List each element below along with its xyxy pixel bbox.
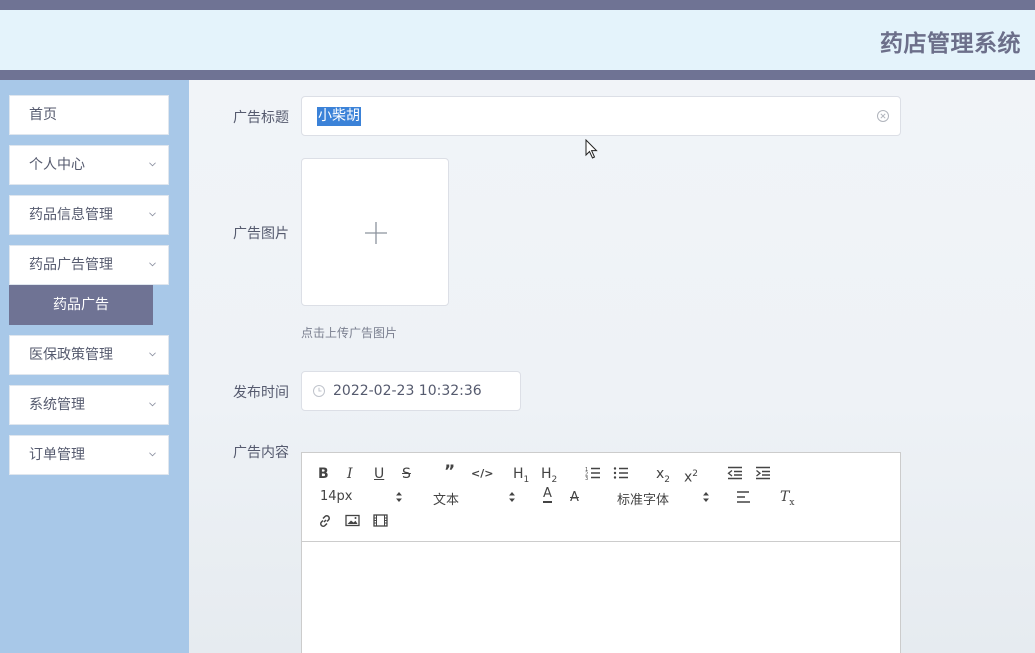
sidebar-item-label: 医保政策管理 [29,347,113,363]
sidebar-item-insurance-policy[interactable]: 医保政策管理 [9,335,169,375]
sidebar-subitem-label: 药品广告 [53,297,109,313]
underline-icon[interactable]: U [374,465,384,483]
ad-title-label: 广告标题 [233,110,289,126]
chevron-down-icon [149,402,156,407]
font-size-value: 14px [320,489,353,504]
outdent-icon[interactable] [727,465,743,481]
sidebar-item-orders[interactable]: 订单管理 [9,435,169,475]
sidebar-item-drug-ads[interactable]: 药品广告管理 [9,245,169,285]
font-size-picker[interactable]: 14px [320,489,404,504]
font-family-value: 标准字体 [617,493,670,508]
mouse-cursor-icon [585,139,598,159]
chevron-down-icon [149,352,156,357]
clock-icon [313,385,325,397]
image-icon[interactable] [345,514,360,527]
publish-time-picker[interactable]: 2022-02-23 10:32:36 [301,371,521,411]
top-accent-bar [0,0,1035,10]
ad-title-input[interactable]: 小柴胡 [301,96,901,136]
plus-icon [365,222,387,244]
subscript-icon[interactable]: x2 [656,465,670,489]
link-icon[interactable] [317,514,333,528]
sidebar-subitem-drug-ad[interactable]: 药品广告 [9,285,153,325]
upload-hint: 点击上传广告图片 [301,326,398,340]
strikethrough-icon[interactable]: S [402,465,411,483]
app-header: 药店管理系统 [0,10,1035,70]
ad-image-label: 广告图片 [233,226,289,242]
picker-arrows-icon [509,492,515,502]
editor-body[interactable] [302,542,900,653]
sidebar-item-label: 首页 [29,107,57,123]
editor-toolbar: B I U S ” </> H1 H2 123 x2 x2 14px 文本 A … [302,453,900,542]
video-icon[interactable] [373,514,388,527]
rich-text-editor: B I U S ” </> H1 H2 123 x2 x2 14px 文本 A … [301,452,901,653]
header-type-value: 文本 [433,493,460,508]
sidebar-item-drug-info[interactable]: 药品信息管理 [9,195,169,235]
superscript-icon[interactable]: x2 [684,465,698,487]
chevron-down-icon [149,212,156,217]
picker-arrows-icon [703,492,709,502]
sidebar-item-personal-center[interactable]: 个人中心 [9,145,169,185]
header-divider [0,70,1035,80]
sidebar-item-label: 个人中心 [29,157,85,173]
publish-time-value: 2022-02-23 10:32:36 [333,383,482,399]
bullet-list-icon[interactable] [613,465,629,481]
publish-time-label: 发布时间 [233,385,289,401]
sidebar-item-label: 药品信息管理 [29,207,113,223]
ad-content-label: 广告内容 [233,445,289,461]
chevron-down-icon [149,452,156,457]
chevron-down-icon [149,162,156,167]
ad-title-value[interactable]: 小柴胡 [317,107,361,126]
background-color-icon[interactable]: A [570,489,579,507]
sidebar-item-label: 药品广告管理 [29,257,113,273]
code-block-icon[interactable]: </> [471,465,493,483]
picker-arrows-icon [396,492,402,502]
svg-text:3: 3 [585,476,588,481]
h1-icon[interactable]: H1 [513,465,529,489]
clear-icon[interactable] [876,109,890,123]
sidebar-item-system[interactable]: 系统管理 [9,385,169,425]
bold-icon[interactable]: B [318,465,329,483]
sidebar: 首页 个人中心 药品信息管理 药品广告管理 药品广告 医保政策管理 系统管理 订… [0,80,189,653]
sidebar-item-home[interactable]: 首页 [9,95,169,135]
clear-format-icon[interactable]: Tx [780,488,794,512]
app-title: 药店管理系统 [880,31,1021,57]
italic-icon[interactable]: I [347,465,353,483]
main-content: 广告标题 小柴胡 广告图片 点击上传广告图片 发布时间 2022-02-23 1… [189,80,1035,653]
font-family-picker[interactable]: 标准字体 [617,489,711,508]
sidebar-item-label: 订单管理 [29,447,85,463]
chevron-down-icon [149,262,156,267]
ordered-list-icon[interactable]: 123 [585,465,601,481]
header-type-picker[interactable]: 文本 [433,489,517,508]
image-uploader[interactable] [301,158,449,306]
align-icon[interactable] [736,490,752,504]
sidebar-item-label: 系统管理 [29,397,85,413]
font-color-icon[interactable]: A [543,487,552,503]
indent-icon[interactable] [755,465,771,481]
blockquote-icon[interactable]: ” [444,463,455,481]
